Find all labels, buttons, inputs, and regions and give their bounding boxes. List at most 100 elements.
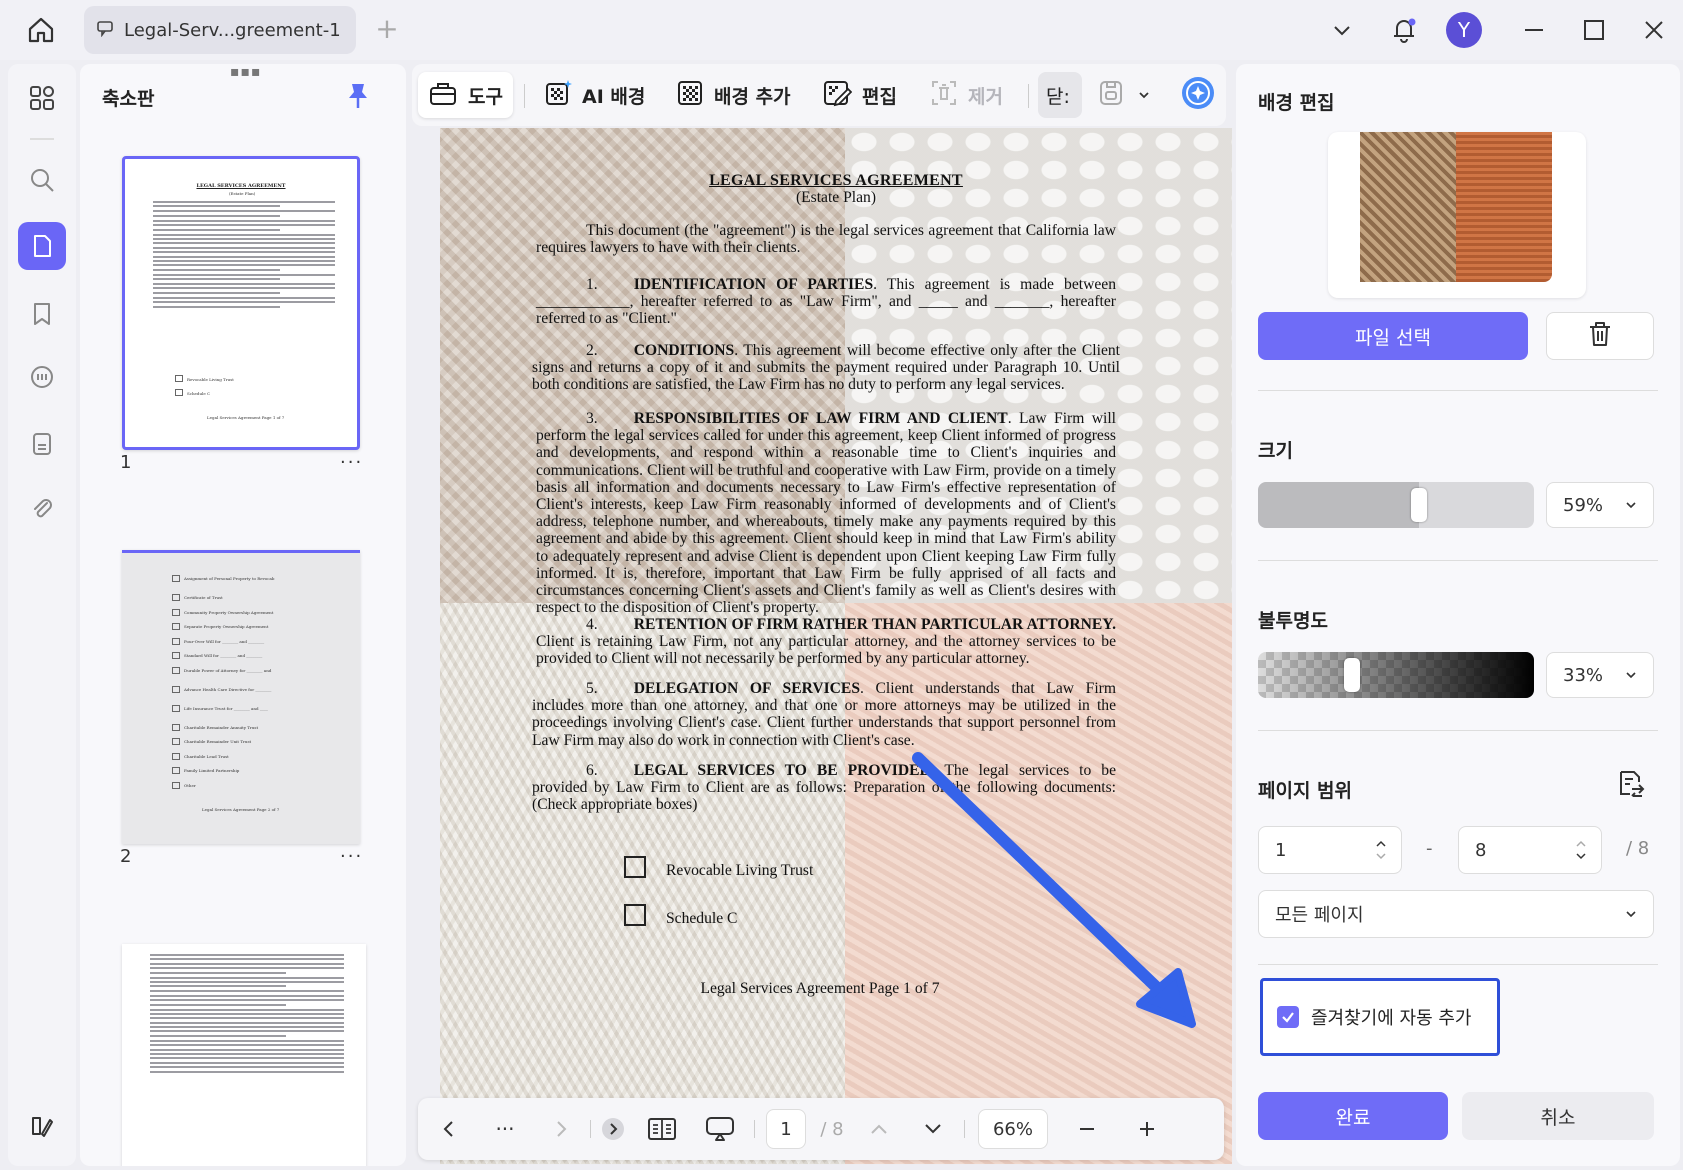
more-tabs-button[interactable]: ··· [488,1109,522,1149]
mini-checkbox-label: Pour-Over Will for ________ and ________ [184,638,265,644]
comments-icon[interactable] [18,354,66,402]
document-tab[interactable]: Legal-Serv...greement-1 [84,6,356,54]
slider-handle[interactable] [1411,488,1427,522]
cancel-button[interactable]: 취소 [1462,1092,1654,1140]
page-number: 1 [120,452,132,473]
tool-button[interactable]: 도구 [418,72,513,118]
stepper-arrows[interactable] [1375,840,1387,860]
slider-fill [1258,482,1419,528]
mini-checkbox-label: Revocable Living Trust [187,377,234,382]
choose-file-button[interactable]: 파일 선택 [1258,312,1528,360]
mini-checkbox [172,608,180,616]
edit-background-button[interactable]: 편집 [812,72,907,118]
page-range-swap-icon[interactable] [1614,768,1650,804]
range-to-stepper[interactable]: 8 [1458,826,1602,874]
trash-icon [1587,320,1613,353]
apps-grid-icon[interactable] [18,74,66,122]
zoom-out-icon[interactable] [1070,1109,1104,1149]
pin-icon[interactable] [346,82,370,114]
user-avatar[interactable]: Y [1444,10,1484,50]
close-window-button[interactable] [1634,10,1674,50]
tab-label: Legal-Serv...greement-1 [124,19,341,41]
zoom-level-input[interactable]: 66% [978,1109,1048,1149]
mini-checkbox [172,781,180,789]
remove-icon [930,79,958,112]
background-edit-panel: 배경 편집 파일 선택 크기 59% 불투명도 33% 페이지 범위 1 - 8… [1236,64,1680,1166]
checkbox-checked-icon[interactable] [1277,1006,1299,1028]
size-slider[interactable] [1258,482,1534,528]
edit-pencil-icon [822,79,853,112]
mini-checkbox-label: Charitable Remainder Annuity Trust [184,724,259,730]
page-thumbnails-icon[interactable] [18,222,66,270]
collapse-toggle-icon[interactable] [598,1109,628,1149]
mini-checkbox [172,685,180,693]
delete-background-button[interactable] [1546,312,1654,360]
presentation-icon[interactable] [702,1109,738,1149]
thumbnail-panel: ▪▪▪ 축소판 LEGAL SERVICES AGREEMENT (Estate… [80,64,406,1166]
chevron-down-icon[interactable] [1322,10,1362,50]
panel-drag-handle[interactable]: ▪▪▪ [230,64,261,80]
checker-background-icon [676,79,704,112]
add-background-button[interactable]: 배경 추가 [666,72,801,118]
document-canvas[interactable]: LEGAL SERVICES AGREEMENT (Estate Plan) T… [440,128,1232,1164]
slider-handle[interactable] [1344,658,1360,692]
page-more-button[interactable]: ··· [340,452,363,473]
range-from-stepper[interactable]: 1 [1258,826,1402,874]
mini-checkbox [172,767,180,774]
ai-assistant-button[interactable] [1176,72,1220,118]
done-button[interactable]: 완료 [1258,1092,1448,1140]
remove-background-button[interactable]: 제거 [920,72,1013,118]
zoom-in-icon[interactable] [1130,1109,1164,1149]
attachment-icon[interactable] [18,484,66,532]
page-view-icon[interactable] [644,1109,680,1149]
chevron-left-icon[interactable] [434,1109,464,1149]
size-dropdown[interactable]: 59% [1546,482,1654,528]
mini-checkbox [172,637,180,645]
page-thumbnail-1[interactable]: LEGAL SERVICES AGREEMENT (Estate Plan) R… [122,156,360,450]
page-scope-dropdown[interactable]: 모든 페이지 [1258,890,1654,938]
edit-label: 편집 [862,85,897,108]
mini-text-block [150,954,344,1075]
auto-bookmark-option[interactable]: 즐겨찾기에 자동 추가 [1260,978,1500,1056]
current-page-input[interactable]: 1 [766,1109,806,1149]
app-window: Legal-Serv...greement-1 + Y ▪▪▪ 축소판 LEGA… [0,0,1683,1170]
mini-page-footer: Legal Services Agreement Page 1 of 7 [207,415,285,420]
mini-checkbox [172,623,180,630]
texture-swatch [1360,132,1456,282]
page-more-button[interactable]: ··· [340,846,363,867]
chevron-down-icon [1625,904,1637,925]
mini-checkbox-label: Community Property Ownership Agreement [184,609,274,615]
avatar-letter: Y [1446,12,1482,48]
size-label: 크기 [1258,440,1293,462]
opacity-value: 33% [1563,664,1604,686]
stepper-arrows[interactable] [1575,840,1587,860]
mini-doc-title: LEGAL SERVICES AGREEMENT [196,183,286,189]
close-background-button[interactable]: 닫: [1038,72,1082,118]
section-divider [1258,964,1658,965]
page-thumbnail-3[interactable] [122,944,366,1166]
maximize-button[interactable] [1574,10,1614,50]
save-menu-button[interactable] [1092,72,1166,118]
add-background-label: 배경 추가 [714,85,791,108]
page-thumbnail-2[interactable]: Assignment of Personal Property to Revoc… [122,550,360,844]
mini-checkbox-label: Family Limited Partnership [184,768,240,773]
notification-bell-icon[interactable] [1384,10,1424,50]
opacity-dropdown[interactable]: 33% [1546,652,1654,698]
chevron-up-icon[interactable] [864,1109,894,1149]
minimize-button[interactable] [1514,10,1554,50]
mini-checkbox [172,723,180,731]
bookmark-icon[interactable] [18,290,66,338]
range-to-value: 8 [1475,839,1487,861]
opacity-slider[interactable] [1258,652,1534,698]
page-navigation-bar: ··· 1 / 8 66% [418,1098,1224,1160]
ai-background-button[interactable]: AI 배경 [534,72,655,118]
chevron-down-icon[interactable] [918,1109,948,1149]
new-tab-button[interactable]: + [372,14,402,44]
chevron-right-icon[interactable] [546,1109,576,1149]
background-preview [1328,132,1586,298]
home-icon[interactable] [20,12,62,48]
search-icon[interactable] [18,156,66,204]
form-fields-icon[interactable] [18,420,66,468]
brand-logo-icon[interactable] [18,1102,66,1150]
auto-bookmark-label: 즐겨찾기에 자동 추가 [1311,1008,1472,1029]
